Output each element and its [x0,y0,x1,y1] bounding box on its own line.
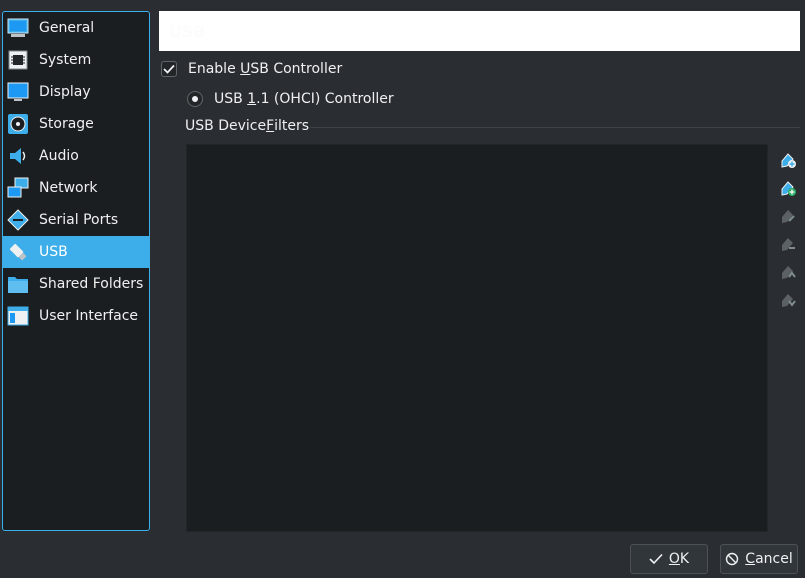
display-icon [6,80,30,104]
audio-icon [6,144,30,168]
page-title: USB [169,21,206,41]
sidebar-item-user-interface[interactable]: User Interface [3,300,149,332]
general-icon [6,16,30,40]
cancel-icon [726,552,739,566]
move-up-icon [782,266,796,279]
add-empty-filter-button[interactable] [776,146,800,174]
sidebar-item-label: Serial Ports [39,212,119,228]
add-empty-filter-icon [781,153,796,168]
sidebar-item-serial-ports[interactable]: Serial Ports [3,204,149,236]
remove-filter-button[interactable] [776,230,800,258]
checkmark-icon [163,64,175,74]
usb-1-1-controller-radio[interactable]: USB 1.1 (OHCI) Controller [187,89,394,109]
usb-icon [6,240,30,264]
move-filter-up-button[interactable] [776,258,800,286]
network-icon [6,176,30,200]
sidebar-item-system[interactable]: System [3,44,149,76]
radio-circle[interactable] [187,91,203,107]
group-divider [310,127,800,128]
filter-toolbar [776,146,800,314]
checkbox-box[interactable] [161,61,177,77]
sidebar-item-usb[interactable]: USB [3,236,149,268]
page-title-bar: USB [159,11,800,51]
ok-label: OK [668,551,690,567]
move-down-icon [782,294,796,307]
sidebar-item-storage[interactable]: Storage [3,108,149,140]
sidebar-item-display[interactable]: Display [3,76,149,108]
ok-button[interactable]: OK [630,544,708,574]
edit-filter-icon [782,210,795,223]
add-from-device-icon [781,181,796,196]
checkmark-icon [649,553,663,565]
usb-filter-list[interactable] [186,144,768,532]
sidebar-item-label: Network [39,180,98,196]
cancel-label: Cancel [745,551,793,567]
sidebar-item-label: USB [39,244,68,260]
sidebar-item-label: General [39,20,95,36]
sidebar-item-label: User Interface [39,308,139,324]
usb-device-filters-title: USB Device Filters [185,118,310,134]
edit-filter-button[interactable] [776,202,800,230]
sidebar-item-label: Shared Folders [39,276,144,292]
sidebar-item-shared-folders[interactable]: Shared Folders [3,268,149,300]
user-interface-icon [6,304,30,328]
sidebar-item-label: Display [39,84,91,100]
shared-folders-icon [6,272,30,296]
enable-usb-label: Enable USB Controller [188,61,343,77]
sidebar-item-label: Audio [39,148,79,164]
sidebar-item-label: Storage [39,116,94,132]
storage-icon [6,112,30,136]
remove-filter-icon [782,238,795,251]
sidebar-item-general[interactable]: General [3,12,149,44]
enable-usb-controller-checkbox[interactable]: Enable USB Controller [161,59,342,79]
usb-1-1-label: USB 1.1 (OHCI) Controller [214,91,394,107]
sidebar-item-network[interactable]: Network [3,172,149,204]
cancel-button[interactable]: Cancel [720,544,798,574]
sidebar-item-audio[interactable]: Audio [3,140,149,172]
serial-ports-icon [6,208,30,232]
sidebar-item-label: System [39,52,92,68]
system-icon [6,48,30,72]
add-filter-from-device-button[interactable] [776,174,800,202]
move-filter-down-button[interactable] [776,286,800,314]
settings-sidebar: General System Display Storage Audio Net… [2,11,150,531]
